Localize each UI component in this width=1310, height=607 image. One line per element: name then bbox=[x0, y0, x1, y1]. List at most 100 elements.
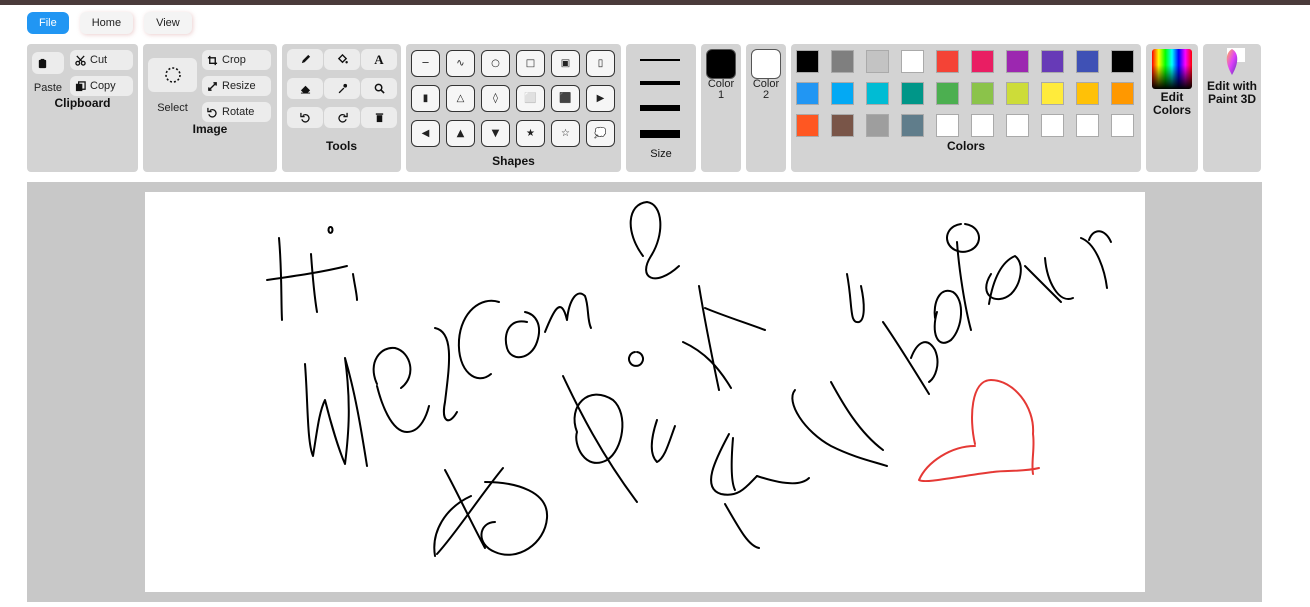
shape-option[interactable]: ∿ bbox=[446, 50, 475, 77]
edit-colors-label-line2: Colors bbox=[1152, 103, 1191, 117]
edit-colors-label-line1: Edit bbox=[1160, 90, 1184, 104]
redo-button[interactable] bbox=[324, 107, 360, 128]
color-swatch[interactable] bbox=[866, 82, 889, 105]
color-swatch[interactable] bbox=[796, 82, 819, 105]
magnifier-icon bbox=[374, 83, 385, 94]
color-swatch[interactable] bbox=[1006, 82, 1029, 105]
color-swatch[interactable] bbox=[901, 114, 924, 137]
crop-button[interactable]: Crop bbox=[202, 50, 271, 70]
scissors-icon bbox=[75, 54, 86, 66]
shape-option[interactable]: ▲ bbox=[446, 120, 475, 147]
size-option-3[interactable] bbox=[640, 105, 680, 111]
shape-option[interactable]: 💭 bbox=[586, 120, 615, 147]
color-swatch[interactable] bbox=[866, 114, 889, 137]
eyedropper-icon bbox=[338, 83, 347, 94]
color-swatch[interactable] bbox=[831, 82, 854, 105]
resize-icon bbox=[208, 81, 217, 91]
color1-group[interactable]: Color 1 bbox=[701, 44, 741, 172]
eraser-button[interactable] bbox=[287, 78, 323, 99]
color-swatch[interactable] bbox=[971, 82, 994, 105]
paste-button[interactable] bbox=[32, 52, 64, 74]
size-option-2[interactable] bbox=[640, 81, 680, 85]
copy-icon bbox=[75, 80, 86, 91]
shape-option[interactable]: ▯ bbox=[586, 50, 615, 77]
color2-group[interactable]: Color 2 bbox=[746, 44, 786, 172]
rotate-button[interactable]: Rotate bbox=[202, 102, 271, 122]
color-swatch[interactable] bbox=[1041, 114, 1064, 137]
shape-option[interactable]: ◀ bbox=[411, 120, 440, 147]
color-swatch[interactable] bbox=[796, 114, 819, 137]
menu-view[interactable]: View bbox=[144, 12, 192, 34]
shape-option[interactable]: ◊ bbox=[481, 85, 510, 112]
color-swatch[interactable] bbox=[1041, 50, 1064, 73]
color-swatch[interactable] bbox=[936, 82, 959, 105]
select-button[interactable] bbox=[148, 58, 197, 92]
canvas-area bbox=[27, 182, 1262, 602]
color-swatch[interactable] bbox=[866, 50, 889, 73]
menu-file[interactable]: File bbox=[27, 12, 69, 34]
color-swatch[interactable] bbox=[901, 50, 924, 73]
copy-button[interactable]: Copy bbox=[70, 76, 133, 96]
color2-label-line2: 2 bbox=[762, 89, 770, 101]
color-swatch[interactable] bbox=[1006, 114, 1029, 137]
size-option-1[interactable] bbox=[640, 59, 680, 61]
shape-option[interactable]: □ bbox=[516, 50, 545, 77]
color-swatch[interactable] bbox=[1076, 114, 1099, 137]
color-swatch[interactable] bbox=[1111, 50, 1134, 73]
color-swatch[interactable] bbox=[831, 50, 854, 73]
cut-label: Cut bbox=[90, 54, 108, 66]
cut-button[interactable]: Cut bbox=[70, 50, 133, 70]
pencil-button[interactable] bbox=[287, 49, 323, 70]
menu-home[interactable]: Home bbox=[79, 12, 134, 34]
pencil-icon bbox=[301, 54, 310, 64]
shape-option[interactable]: ▶ bbox=[586, 85, 615, 112]
shapes-group-label: Shapes bbox=[492, 154, 535, 168]
shape-option[interactable]: △ bbox=[446, 85, 475, 112]
edit-colors-button[interactable]: Edit Colors bbox=[1146, 44, 1198, 172]
shape-option[interactable]: ★ bbox=[516, 120, 545, 147]
tools-group-label: Tools bbox=[325, 139, 358, 153]
undo-button[interactable] bbox=[287, 107, 323, 128]
shape-option[interactable]: ▼ bbox=[481, 120, 510, 147]
text-tool-icon: A bbox=[374, 51, 384, 67]
shape-option[interactable]: ▣ bbox=[551, 50, 580, 77]
color-swatch[interactable] bbox=[1076, 82, 1099, 105]
image-group-label: Image bbox=[192, 122, 228, 136]
color-swatch[interactable] bbox=[1111, 82, 1134, 105]
color-picker-button[interactable] bbox=[324, 78, 360, 99]
clear-button[interactable] bbox=[361, 107, 397, 128]
color-swatch[interactable] bbox=[1006, 50, 1029, 73]
color-swatch[interactable] bbox=[936, 50, 959, 73]
resize-button[interactable]: Resize bbox=[202, 76, 271, 96]
color-swatch[interactable] bbox=[1076, 50, 1099, 73]
paste-icon bbox=[38, 58, 47, 68]
color-swatch[interactable] bbox=[971, 50, 994, 73]
color1-swatch[interactable] bbox=[706, 49, 736, 79]
drawing-canvas[interactable] bbox=[145, 192, 1145, 592]
image-group: Select Crop Resize Rotate Image bbox=[143, 44, 277, 172]
size-option-4[interactable] bbox=[640, 130, 680, 138]
color-swatch[interactable] bbox=[1041, 82, 1064, 105]
paint3d-icon bbox=[1226, 48, 1245, 75]
shape-option[interactable]: ⬜ bbox=[516, 85, 545, 112]
color-swatch[interactable] bbox=[971, 114, 994, 137]
colors-group-label: Colors bbox=[946, 139, 985, 153]
shape-option[interactable]: ▮ bbox=[411, 85, 440, 112]
color-swatch[interactable] bbox=[936, 114, 959, 137]
text-tool-button[interactable]: A bbox=[361, 49, 397, 70]
magnifier-button[interactable] bbox=[361, 78, 397, 99]
color-swatch[interactable] bbox=[831, 114, 854, 137]
paint3d-label-line2: Paint 3D bbox=[1207, 92, 1256, 106]
shape-option[interactable]: ─ bbox=[411, 50, 440, 77]
copy-label: Copy bbox=[90, 80, 116, 92]
color2-swatch[interactable] bbox=[751, 49, 781, 79]
shape-option[interactable]: ○ bbox=[481, 50, 510, 77]
shape-option[interactable]: ☆ bbox=[551, 120, 580, 147]
color-swatch[interactable] bbox=[901, 82, 924, 105]
color-swatch[interactable] bbox=[796, 50, 819, 73]
shape-option[interactable]: ⬛ bbox=[551, 85, 580, 112]
fill-button[interactable] bbox=[324, 49, 360, 70]
paint3d-button[interactable]: Edit with Paint 3D bbox=[1203, 44, 1261, 172]
color-swatch[interactable] bbox=[1111, 114, 1134, 137]
trash-icon bbox=[375, 113, 383, 123]
